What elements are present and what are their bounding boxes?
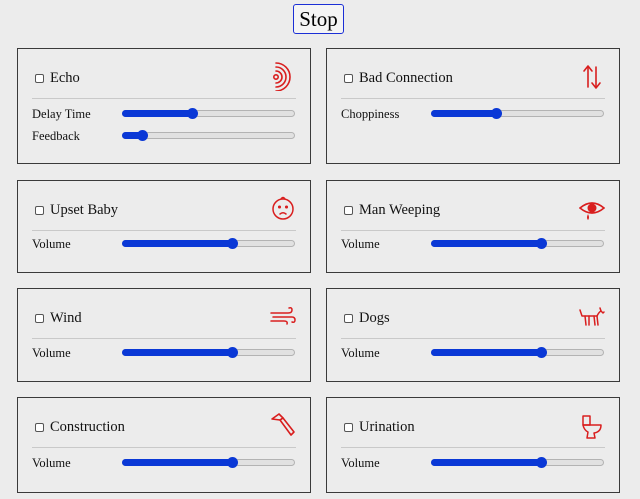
volume-control: Volume xyxy=(341,455,604,471)
control-label: Volume xyxy=(341,456,380,470)
stop-button[interactable]: Stop xyxy=(293,4,344,34)
up-down-arrows-icon xyxy=(583,65,601,89)
slider-thumb[interactable] xyxy=(536,457,548,468)
effect-card-upset-baby: Upset Baby Volume xyxy=(17,180,311,273)
bad-connection-checkbox[interactable] xyxy=(344,73,353,83)
effect-card-bad-connection: Bad Connection Choppiness xyxy=(326,48,620,164)
slider-fill xyxy=(431,459,542,466)
slider-fill xyxy=(431,110,497,117)
volume-slider[interactable] xyxy=(431,238,604,249)
hammer-icon xyxy=(271,413,295,436)
volume-control: Volume xyxy=(341,236,604,252)
wind-icon xyxy=(270,307,296,325)
effect-card-man-weeping: Man Weeping Volume xyxy=(326,180,620,273)
control-label: Volume xyxy=(32,237,71,251)
card-title-row: Upset Baby xyxy=(35,201,118,219)
effect-card-construction: Construction Volume xyxy=(17,397,311,493)
card-title-row: Bad Connection xyxy=(344,69,453,87)
control-label: Volume xyxy=(32,456,71,470)
echo-checkbox[interactable] xyxy=(35,73,44,83)
control-label: Delay Time xyxy=(32,107,91,121)
delay-time-control: Delay Time xyxy=(32,106,295,122)
slider-fill xyxy=(122,349,233,356)
slider-thumb[interactable] xyxy=(227,347,239,358)
card-title-row: Echo xyxy=(35,69,80,87)
card-title: Bad Connection xyxy=(359,69,453,86)
card-title-row: Urination xyxy=(344,418,415,436)
slider-fill xyxy=(431,349,542,356)
volume-slider[interactable] xyxy=(431,457,604,468)
volume-control: Volume xyxy=(32,345,295,361)
card-title-row: Construction xyxy=(35,418,125,436)
slider-fill xyxy=(122,240,233,247)
urination-checkbox[interactable] xyxy=(344,422,353,432)
slider-thumb[interactable] xyxy=(536,347,548,358)
volume-slider[interactable] xyxy=(122,457,295,468)
card-header: Upset Baby xyxy=(32,181,296,231)
delay-time-slider[interactable] xyxy=(122,108,295,119)
slider-fill xyxy=(431,240,542,247)
baby-face-icon xyxy=(272,196,294,220)
volume-control: Volume xyxy=(32,455,295,471)
card-title-row: Wind xyxy=(35,309,82,327)
wind-checkbox[interactable] xyxy=(35,313,44,323)
effect-card-urination: Urination Volume xyxy=(326,397,620,493)
card-title: Upset Baby xyxy=(50,201,119,218)
card-title: Wind xyxy=(50,309,82,326)
choppiness-slider[interactable] xyxy=(431,108,604,119)
slider-thumb[interactable] xyxy=(137,130,149,141)
card-header: Echo xyxy=(32,49,296,99)
volume-slider[interactable] xyxy=(122,347,295,358)
control-label: Volume xyxy=(32,346,71,360)
card-title-row: Man Weeping xyxy=(344,201,440,219)
card-title: Construction xyxy=(50,418,125,435)
slider-thumb[interactable] xyxy=(187,108,199,119)
volume-control: Volume xyxy=(32,236,295,252)
card-title: Echo xyxy=(50,69,80,86)
slider-thumb[interactable] xyxy=(227,457,239,468)
toilet-icon xyxy=(582,415,602,439)
echo-icon xyxy=(272,62,291,91)
upset-baby-checkbox[interactable] xyxy=(35,205,44,215)
card-header: Urination xyxy=(341,398,605,448)
effect-card-echo: Echo Delay Time Feedback xyxy=(17,48,311,164)
effect-card-dogs: Dogs Volume xyxy=(326,288,620,382)
choppiness-control: Choppiness xyxy=(341,106,604,122)
man-weeping-checkbox[interactable] xyxy=(344,205,353,215)
card-header: Construction xyxy=(32,398,296,448)
feedback-slider[interactable] xyxy=(122,130,295,141)
slider-fill xyxy=(122,459,233,466)
control-label: Choppiness xyxy=(341,107,400,121)
weeping-eye-icon xyxy=(579,202,605,220)
control-label: Volume xyxy=(341,237,380,251)
volume-slider[interactable] xyxy=(431,347,604,358)
effect-card-wind: Wind Volume xyxy=(17,288,311,382)
volume-control: Volume xyxy=(341,345,604,361)
construction-checkbox[interactable] xyxy=(35,422,44,432)
card-title: Dogs xyxy=(359,309,390,326)
card-title-row: Dogs xyxy=(344,309,390,327)
slider-thumb[interactable] xyxy=(227,238,239,249)
feedback-control: Feedback xyxy=(32,128,295,144)
dogs-checkbox[interactable] xyxy=(344,313,353,323)
card-header: Wind xyxy=(32,289,296,339)
control-label: Feedback xyxy=(32,129,80,143)
card-title: Urination xyxy=(359,418,415,435)
slider-fill xyxy=(122,110,193,117)
card-header: Man Weeping xyxy=(341,181,605,231)
dog-icon xyxy=(579,307,605,326)
card-header: Bad Connection xyxy=(341,49,605,99)
slider-thumb[interactable] xyxy=(491,108,503,119)
card-title: Man Weeping xyxy=(359,201,441,218)
control-label: Volume xyxy=(341,346,380,360)
volume-slider[interactable] xyxy=(122,238,295,249)
slider-thumb[interactable] xyxy=(536,238,548,249)
card-header: Dogs xyxy=(341,289,605,339)
